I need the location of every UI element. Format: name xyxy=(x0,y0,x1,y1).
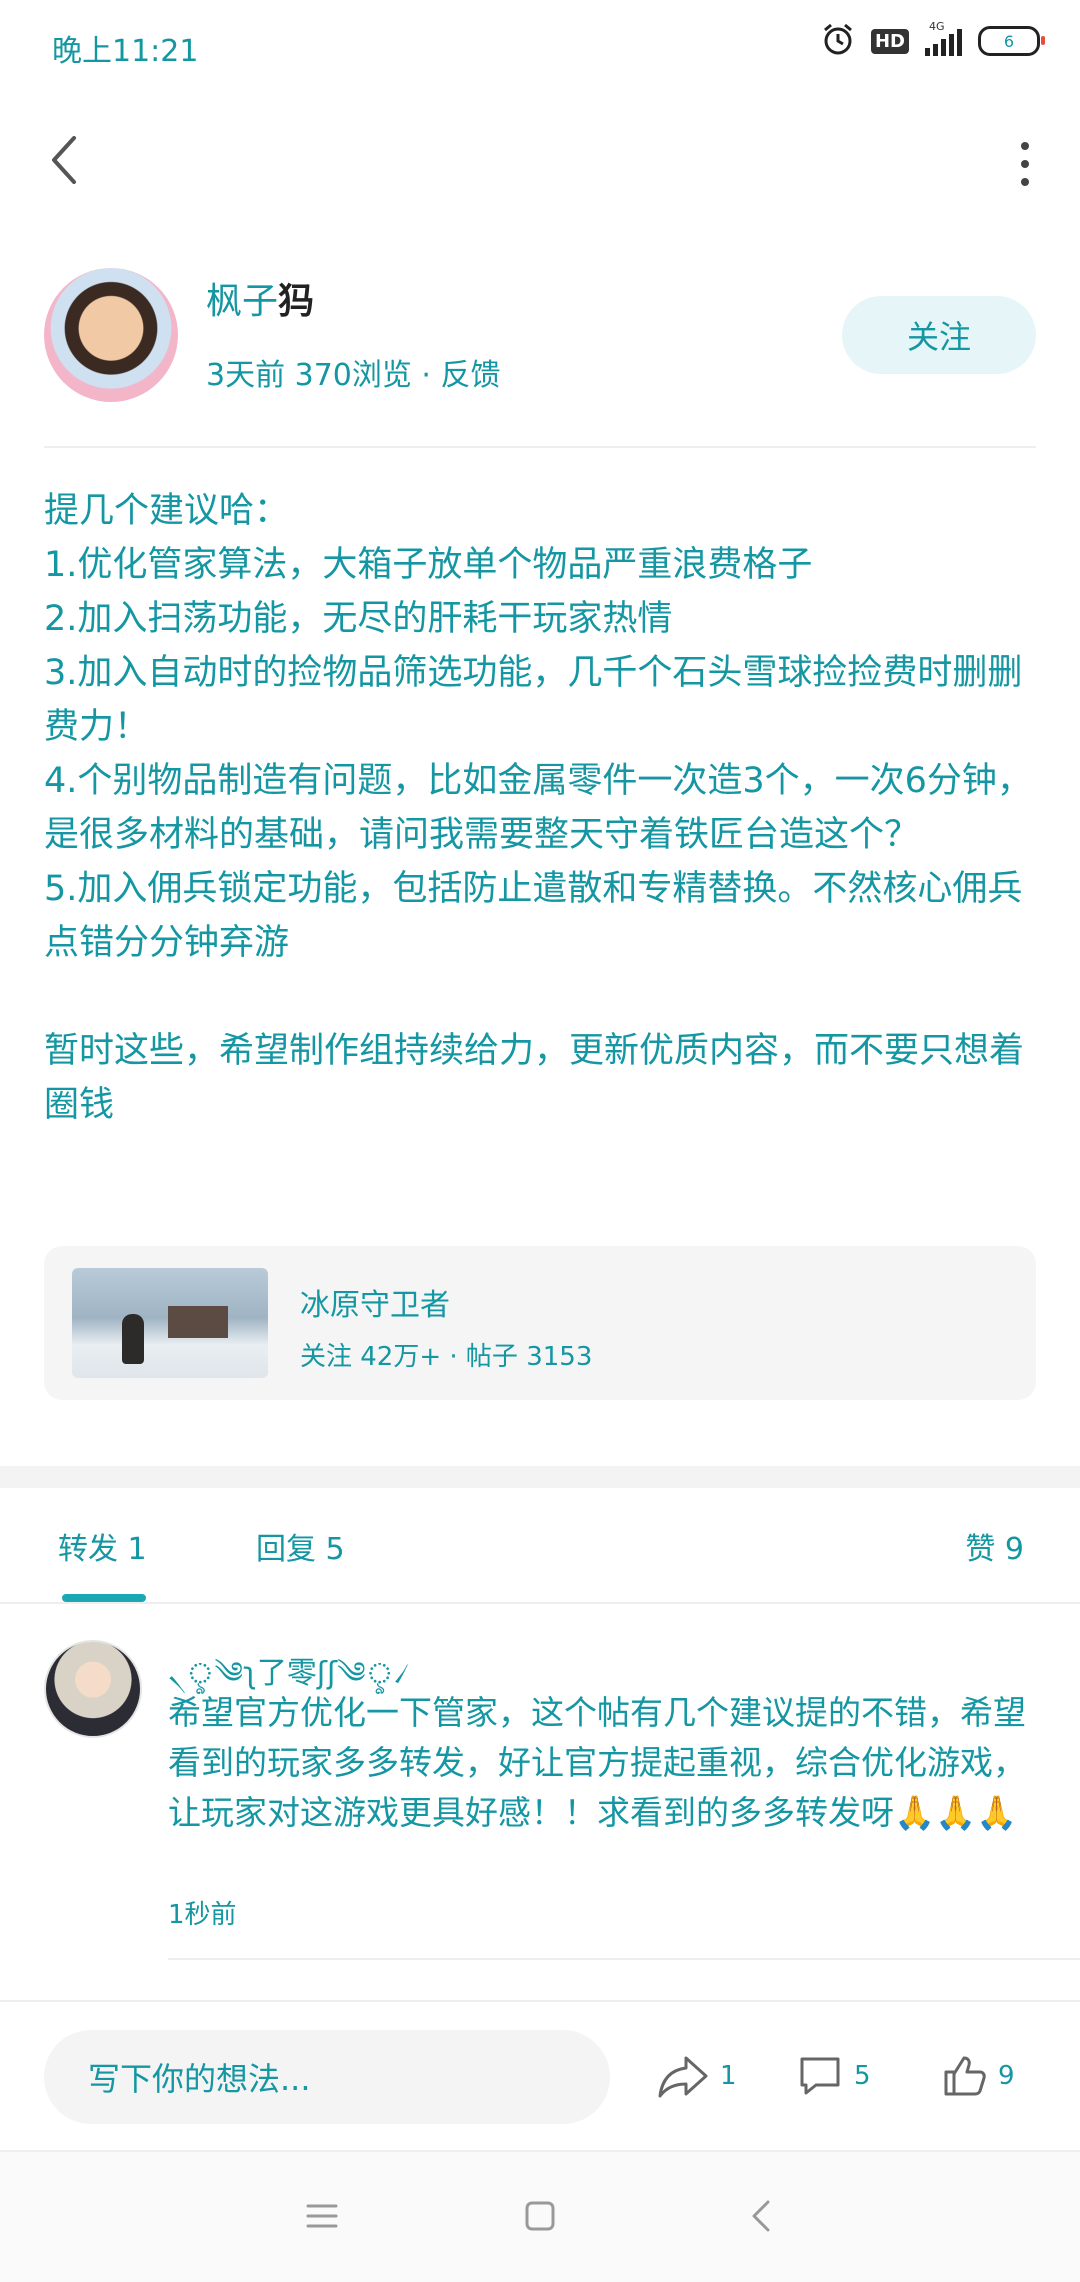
battery-icon: 6 xyxy=(978,26,1045,56)
author-avatar[interactable] xyxy=(44,268,178,402)
chevron-left-icon xyxy=(752,2200,770,2232)
post-line: 3.加入自动时的捡物品筛选功能，几千个石头雪球捡捡费时删删费力！ xyxy=(44,653,1023,747)
author-name-text: 枫子 xyxy=(206,281,279,322)
square-icon xyxy=(525,2201,555,2231)
network-label: 4G xyxy=(929,20,945,33)
follow-button[interactable]: 关注 xyxy=(842,296,1036,374)
post-line: 4.个别物品制造有问题，比如金属零件一次造3个，一次6分钟，是很多材料的基础，请… xyxy=(44,761,1032,855)
thumbs-up-icon xyxy=(944,2056,986,2096)
post-line: 提几个建议哈： xyxy=(44,491,290,531)
alarm-icon xyxy=(821,22,855,60)
recent-apps-button[interactable] xyxy=(300,2194,344,2238)
status-icons: HD 4G 6 xyxy=(821,20,1045,60)
post-content: 提几个建议哈： 1.优化管家算法，大箱子放单个物品严重浪费格子 2.加入扫荡功能… xyxy=(44,484,1044,1132)
signal-icon: 4G xyxy=(925,20,962,56)
post-line xyxy=(44,970,1044,1024)
post-line: 2.加入扫荡功能，无尽的肝耗干玩家热情 xyxy=(44,599,673,639)
home-button[interactable] xyxy=(518,2194,562,2238)
post-line: 暂时这些，希望制作组持续给力，更新优质内容，而不要只想着圈钱 xyxy=(44,1031,1025,1125)
hd-icon: HD xyxy=(870,28,909,54)
tab-repost[interactable]: 转发 1 xyxy=(58,1524,147,1568)
post-line: 1.优化管家算法，大箱子放单个物品严重浪费格子 xyxy=(44,545,813,585)
more-options-button[interactable] xyxy=(1010,138,1040,190)
share-count: 1 xyxy=(720,2061,737,2091)
like-button[interactable]: 9 xyxy=(940,2046,1015,2106)
divider xyxy=(44,446,1036,448)
share-button[interactable]: 1 xyxy=(656,2046,737,2106)
more-vertical-icon xyxy=(1021,142,1029,186)
system-back-button[interactable] xyxy=(740,2194,784,2238)
post-meta: 3天前 370浏览 · 反馈 xyxy=(206,358,501,393)
active-tab-indicator xyxy=(62,1594,146,1602)
reply-button[interactable]: 5 xyxy=(796,2046,871,2106)
divider xyxy=(0,1602,1080,1604)
status-time: 晚上11:21 xyxy=(52,34,199,69)
comment-text: 希望官方优化一下管家，这个帖有几个建议提的不错，希望看到的玩家多多转发，好让官方… xyxy=(168,1693,1026,1832)
menu-icon xyxy=(306,2204,338,2228)
share-icon xyxy=(658,2056,708,2098)
author-name-suffix: 犸 xyxy=(278,281,315,322)
game-meta: 关注 42万+ · 帖子 3153 xyxy=(300,1342,593,1372)
commenter-avatar[interactable] xyxy=(44,1640,142,1738)
comment-icon xyxy=(800,2057,840,2095)
like-count: 9 xyxy=(998,2061,1015,2091)
battery-level: 6 xyxy=(1003,31,1015,51)
tab-reply[interactable]: 回复 5 xyxy=(256,1524,345,1568)
game-title: 冰原守卫者 xyxy=(300,1288,450,1323)
author-name[interactable]: 枫子犸 xyxy=(206,272,314,324)
divider xyxy=(168,1958,1080,1960)
reply-count: 5 xyxy=(854,2061,871,2091)
comment-input[interactable]: 写下你的想法... xyxy=(44,2030,610,2124)
game-card[interactable]: 冰原守卫者 关注 42万+ · 帖子 3153 xyxy=(44,1246,1036,1400)
game-thumbnail xyxy=(72,1268,268,1378)
tab-like[interactable]: 赞 9 xyxy=(965,1524,1024,1568)
system-navigation-bar xyxy=(0,2150,1080,2282)
comment-time: 1秒前 xyxy=(168,1900,237,1930)
chevron-left-icon xyxy=(52,136,76,184)
section-separator xyxy=(0,1466,1080,1488)
divider xyxy=(0,2000,1080,2002)
back-button[interactable] xyxy=(40,130,92,190)
post-line: 5.加入佣兵锁定功能，包括防止遣散和专精替换。不然核心佣兵点错分分钟弃游 xyxy=(44,869,1023,963)
